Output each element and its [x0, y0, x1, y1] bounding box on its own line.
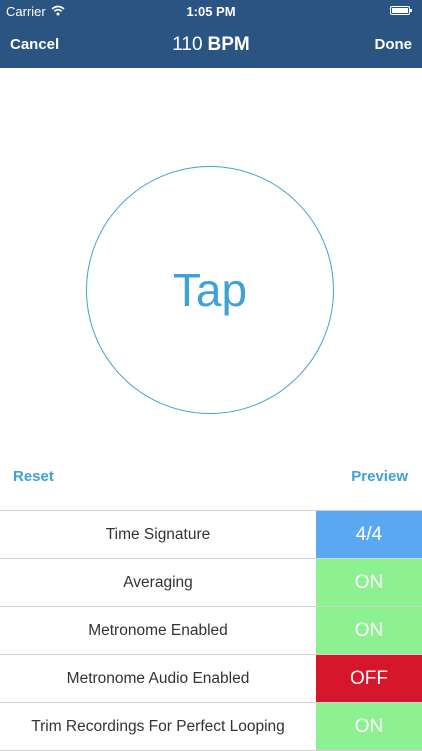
metronome-audio-toggle[interactable]: OFF: [316, 655, 422, 702]
time-signature-button[interactable]: 4/4: [316, 511, 422, 558]
status-bar: Carrier 1:05 PM: [0, 0, 422, 22]
settings-row-trim-recordings: Trim Recordings For Perfect Looping ON: [0, 703, 422, 751]
metronome-enabled-toggle[interactable]: ON: [316, 607, 422, 654]
battery-icon: [390, 6, 412, 15]
navigation-header: Carrier 1:05 PM Cancel 110 BPM Done: [0, 0, 422, 68]
setting-label: Time Signature: [105, 526, 211, 543]
trim-recordings-toggle[interactable]: ON: [316, 703, 422, 750]
setting-label: Averaging: [123, 574, 193, 591]
settings-row-metronome-audio: Metronome Audio Enabled OFF: [0, 655, 422, 703]
settings-table: Time Signature 4/4 Averaging ON Metronom…: [0, 510, 422, 751]
done-button[interactable]: Done: [375, 36, 413, 53]
status-time: 1:05 PM: [186, 4, 236, 19]
reset-button[interactable]: Reset: [13, 468, 54, 485]
settings-row-averaging: Averaging ON: [0, 559, 422, 607]
bpm-unit: BPM: [207, 34, 250, 55]
settings-row-metronome-enabled: Metronome Enabled ON: [0, 607, 422, 655]
setting-label: Metronome Enabled: [88, 622, 228, 639]
preview-button[interactable]: Preview: [351, 468, 408, 485]
tap-button[interactable]: Tap: [86, 166, 334, 414]
setting-label: Metronome Audio Enabled: [66, 670, 250, 687]
bpm-value: 110: [172, 34, 203, 55]
averaging-toggle[interactable]: ON: [316, 559, 422, 606]
tap-label: Tap: [172, 264, 248, 316]
bpm-title: 110 BPM: [0, 34, 422, 56]
settings-row-time-signature: Time Signature 4/4: [0, 511, 422, 559]
setting-label: Trim Recordings For Perfect Looping: [31, 718, 285, 735]
